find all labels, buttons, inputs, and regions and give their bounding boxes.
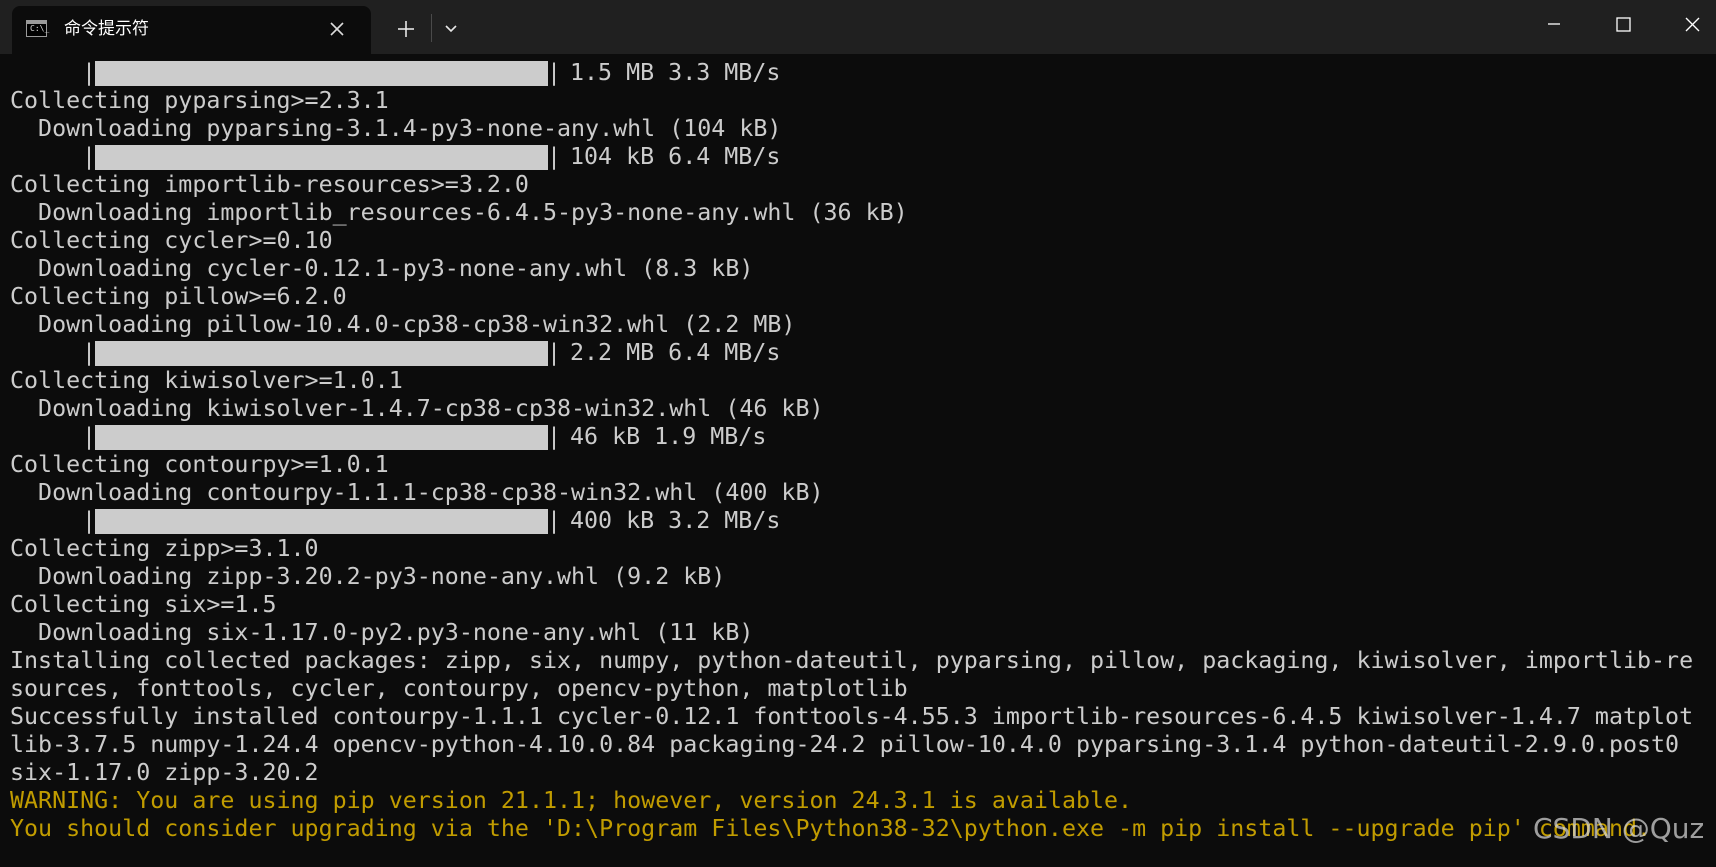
watermark: CSDN @Quz	[1533, 812, 1705, 845]
progress-stats: 46 kB 1.9 MB/s	[570, 423, 767, 450]
progress-bar-line: | | 104 kB 6.4 MB/s	[10, 143, 910, 171]
new-tab-button[interactable]	[390, 13, 422, 45]
progress-bar-fill	[95, 425, 548, 450]
progress-bar-fill	[95, 61, 548, 86]
output-line: Collecting pillow>=6.2.0	[10, 283, 347, 310]
output-line: Installing collected packages: zipp, six…	[10, 647, 1694, 674]
terminal-output[interactable]: | | 1.5 MB 3.3 MB/s Collecting pyparsing>=2…	[0, 54, 1716, 867]
tab-dropdown-button[interactable]	[436, 14, 466, 44]
progress-bar-right-edge: |	[547, 143, 562, 170]
maximize-icon	[1616, 17, 1631, 32]
progress-stats: 400 kB 3.2 MB/s	[570, 507, 781, 534]
progress-bar-line: | | 400 kB 3.2 MB/s	[10, 507, 910, 535]
progress-bar-left-edge: |	[82, 59, 97, 86]
progress-bar-right-edge: |	[547, 423, 562, 450]
progress-bar-left-edge: |	[82, 507, 97, 534]
output-line: Downloading contourpy-1.1.1-cp38-cp38-wi…	[10, 479, 824, 506]
maximize-button[interactable]	[1589, 0, 1657, 50]
output-line: Collecting cycler>=0.10	[10, 227, 333, 254]
output-line: Collecting pyparsing>=2.3.1	[10, 87, 389, 114]
output-line: Downloading cycler-0.12.1-py3-none-any.w…	[10, 255, 754, 282]
output-line: Successfully installed contourpy-1.1.1 c…	[10, 703, 1694, 730]
progress-bar-line: | | 1.5 MB 3.3 MB/s	[10, 59, 910, 87]
output-line: Downloading zipp-3.20.2-py3-none-any.whl…	[10, 563, 726, 590]
chevron-down-icon	[445, 25, 457, 33]
output-line: six-1.17.0 zipp-3.20.2	[10, 759, 319, 786]
progress-bar-left-edge: |	[82, 143, 97, 170]
progress-stats: 1.5 MB 3.3 MB/s	[570, 59, 781, 86]
output-line: Downloading pyparsing-3.1.4-py3-none-any…	[10, 115, 782, 142]
output-line: Downloading six-1.17.0-py2.py3-none-any.…	[10, 619, 754, 646]
plus-icon	[398, 21, 414, 37]
progress-bar-right-edge: |	[547, 339, 562, 366]
output-line: Collecting kiwisolver>=1.0.1	[10, 367, 403, 394]
progress-bar-right-edge: |	[547, 59, 562, 86]
output-line: Downloading kiwisolver-1.4.7-cp38-cp38-w…	[10, 395, 824, 422]
progress-bar-line: | | 2.2 MB 6.4 MB/s	[10, 339, 910, 367]
output-line: Collecting contourpy>=1.0.1	[10, 451, 389, 478]
output-line: Collecting six>=1.5	[10, 591, 277, 618]
minimize-icon	[1548, 23, 1560, 25]
tab-close-button[interactable]	[326, 18, 348, 40]
progress-bar-left-edge: |	[82, 339, 97, 366]
minimize-button[interactable]	[1520, 0, 1588, 50]
title-bar: C:\_ 命令提示符	[0, 0, 1716, 54]
progress-bar-fill	[95, 509, 548, 534]
output-line: sources, fonttools, cycler, contourpy, o…	[10, 675, 908, 702]
progress-stats: 104 kB 6.4 MB/s	[570, 143, 781, 170]
progress-bar-fill	[95, 341, 548, 366]
warning-line: WARNING: You are using pip version 21.1.…	[10, 787, 1133, 814]
progress-stats: 2.2 MB 6.4 MB/s	[570, 339, 781, 366]
output-line: Collecting zipp>=3.1.0	[10, 535, 319, 562]
close-icon	[1685, 17, 1700, 32]
progress-bar-line: | | 46 kB 1.9 MB/s	[10, 423, 910, 451]
close-icon	[330, 22, 344, 36]
output-line: Downloading pillow-10.4.0-cp38-cp38-win3…	[10, 311, 796, 338]
tab-command-prompt[interactable]: C:\_ 命令提示符	[12, 6, 371, 54]
output-line: Downloading importlib_resources-6.4.5-py…	[10, 199, 908, 226]
tab-title: 命令提示符	[64, 19, 149, 39]
terminal-window: C:\_ 命令提示符 | | 1.5 MB 3.3 MB/s Collectin…	[0, 0, 1716, 867]
close-window-button[interactable]	[1658, 0, 1716, 50]
titlebar-divider	[431, 14, 432, 42]
output-line: lib-3.7.5 numpy-1.24.4 opencv-python-4.1…	[10, 731, 1680, 758]
command-prompt-icon: C:\_	[26, 20, 49, 37]
output-line: Collecting importlib-resources>=3.2.0	[10, 171, 529, 198]
progress-bar-fill	[95, 145, 548, 170]
progress-bar-left-edge: |	[82, 423, 97, 450]
progress-bar-right-edge: |	[547, 507, 562, 534]
warning-line: You should consider upgrading via the 'D…	[10, 815, 1652, 842]
